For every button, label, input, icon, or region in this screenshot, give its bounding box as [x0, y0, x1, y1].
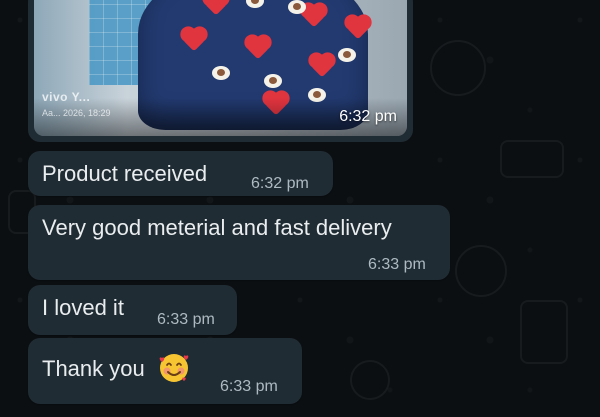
message-bubble[interactable]: Very good meterial and fast delivery 6:3…: [28, 205, 450, 280]
product-photo[interactable]: vivo Y... Aa... 2026, 18:29 6:32 pm: [34, 0, 407, 136]
smiling-face-with-hearts-icon: [158, 352, 189, 382]
message-bubble[interactable]: Thank you 6:33 pm: [28, 338, 302, 404]
message-text: Product received: [42, 161, 208, 186]
message-text: Thank you: [42, 356, 145, 381]
bear-pattern-icon: [264, 74, 282, 88]
message-bubble[interactable]: Product received 6:32 pm: [28, 151, 333, 196]
heart-pattern-icon: [346, 16, 370, 40]
message-time: 6:32 pm: [251, 175, 309, 192]
photo-watermark: vivo Y...: [42, 90, 91, 104]
doodle-circle: [455, 245, 507, 297]
image-message-bubble[interactable]: vivo Y... Aa... 2026, 18:29 6:32 pm: [28, 0, 413, 142]
message-time: 6:33 pm: [368, 256, 426, 273]
image-message-time: 6:32 pm: [339, 108, 397, 125]
bear-pattern-icon: [288, 0, 306, 14]
message-time: 6:33 pm: [157, 311, 215, 328]
doodle-rectangle: [500, 140, 564, 178]
message-text: I loved it: [42, 295, 124, 320]
message-time: 6:33 pm: [220, 378, 278, 395]
bear-pattern-icon: [246, 0, 264, 8]
heart-pattern-icon: [310, 54, 334, 78]
message-text: Very good meterial and fast delivery: [42, 215, 392, 240]
doodle-circle: [430, 40, 486, 96]
heart-pattern-icon: [302, 4, 326, 28]
photo-caption: Aa... 2026, 18:29: [42, 108, 111, 118]
heart-pattern-icon: [182, 28, 206, 52]
doodle-rectangle: [520, 300, 568, 364]
doodle-circle: [350, 360, 390, 400]
heart-pattern-icon: [246, 36, 270, 60]
bear-pattern-icon: [338, 48, 356, 62]
message-bubble[interactable]: I loved it 6:33 pm: [28, 285, 237, 335]
heart-pattern-icon: [204, 0, 228, 16]
bear-pattern-icon: [212, 66, 230, 80]
